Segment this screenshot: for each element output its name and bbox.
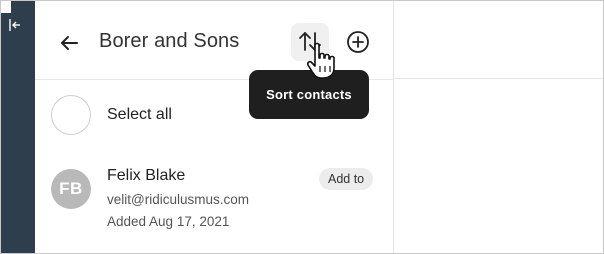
add-to-button[interactable]: Add to <box>319 168 374 190</box>
avatar: FB <box>51 169 91 209</box>
plus-circle-icon[interactable] <box>345 29 371 55</box>
list-item[interactable]: FB Felix Blake velit@ridiculusmus.com Ad… <box>35 159 393 239</box>
contact-email: velit@ridiculusmus.com <box>107 192 249 207</box>
divider <box>394 78 603 79</box>
sort-arrows-icon <box>299 32 321 51</box>
sort-tooltip: Sort contacts <box>249 70 369 119</box>
sort-button[interactable] <box>291 23 329 61</box>
collapse-sidebar-icon[interactable] <box>3 15 25 37</box>
select-all-checkbox[interactable] <box>51 95 91 135</box>
contact-name: Felix Blake <box>107 167 186 184</box>
select-all-label: Select all <box>107 106 172 123</box>
page-title: Borer and Sons <box>99 30 240 52</box>
detail-pane <box>394 1 603 253</box>
sidebar-corner <box>1 1 11 13</box>
arrow-left-icon[interactable] <box>57 31 81 55</box>
sidebar-rail <box>1 1 35 253</box>
app-window: Borer and Sons Select all FB Felix Blake… <box>0 0 604 254</box>
panel-header: Borer and Sons <box>35 1 393 80</box>
contacts-panel: Borer and Sons Select all FB Felix Blake… <box>35 1 394 253</box>
contact-added-date: Added Aug 17, 2021 <box>107 214 230 229</box>
